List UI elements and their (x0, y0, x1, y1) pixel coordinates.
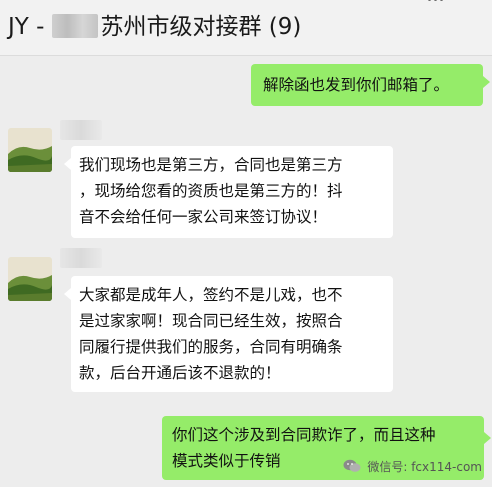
bubble-tail (64, 158, 71, 170)
title-prefix: JY - (8, 14, 45, 40)
avatar[interactable] (8, 257, 52, 301)
redacted-name (52, 14, 99, 38)
bubble-tail (484, 432, 491, 444)
landscape-avatar-icon (8, 128, 52, 172)
more-dots-icon[interactable] (428, 0, 444, 4)
sender-nickname-redacted (60, 248, 102, 268)
avatar[interactable] (8, 128, 52, 172)
group-name: 苏州市级对接群 (9) (100, 14, 302, 40)
landscape-avatar-icon (8, 257, 52, 301)
message-bubble-outgoing[interactable]: 解除函也发到你们邮箱了。 (251, 64, 483, 106)
watermark-text: 微信号: fcx114-com (367, 459, 482, 474)
message-bubble-incoming[interactable]: 我们现场也是第三方，合同也是第三方 ，现场给您看的资质也是第三方的！抖 音不会给… (71, 146, 393, 238)
watermark: 微信号: fcx114-com (343, 455, 482, 477)
wechat-logo-icon (343, 459, 361, 472)
sender-nickname-redacted (60, 120, 102, 140)
chat-title: JY - 苏州市级对接群 (9) (8, 12, 301, 42)
bubble-tail (64, 288, 71, 300)
bubble-tail (483, 76, 490, 88)
chat-header: JY - 苏州市级对接群 (9) (0, 0, 492, 56)
message-bubble-incoming[interactable]: 大家都是成年人，签约不是儿戏，也不 是过家家啊！现合同已经生效，按照合 同履行提… (71, 276, 393, 392)
